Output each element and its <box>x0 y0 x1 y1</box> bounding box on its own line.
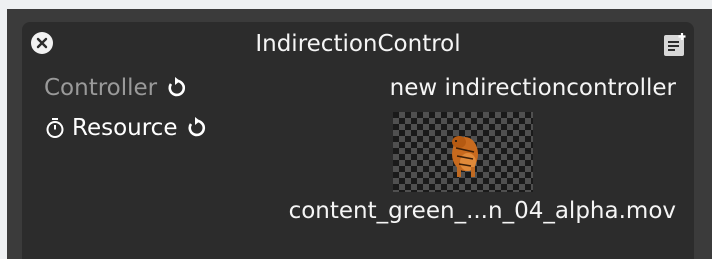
resource-reset-icon[interactable] <box>185 117 207 139</box>
controller-label: Controller <box>44 75 158 101</box>
controller-reset-icon[interactable] <box>165 77 187 99</box>
timer-icon <box>44 117 66 139</box>
resource-label: Resource <box>72 115 178 141</box>
video-thumbnail[interactable] <box>393 112 533 192</box>
panel-title: IndirectionControl <box>255 31 461 57</box>
resource-filename[interactable]: content_green_...n_04_alpha.mov <box>289 197 676 225</box>
controller-value[interactable]: new indirectioncontroller <box>390 74 676 102</box>
controller-row: Controller <box>44 74 187 102</box>
panel-titlebar: IndirectionControl <box>22 22 694 62</box>
note-icon[interactable] <box>662 32 688 58</box>
resource-row: Resource <box>44 114 207 142</box>
tiger-figure <box>452 136 478 177</box>
indirection-control-panel: IndirectionControl Controller new indire… <box>22 22 694 259</box>
